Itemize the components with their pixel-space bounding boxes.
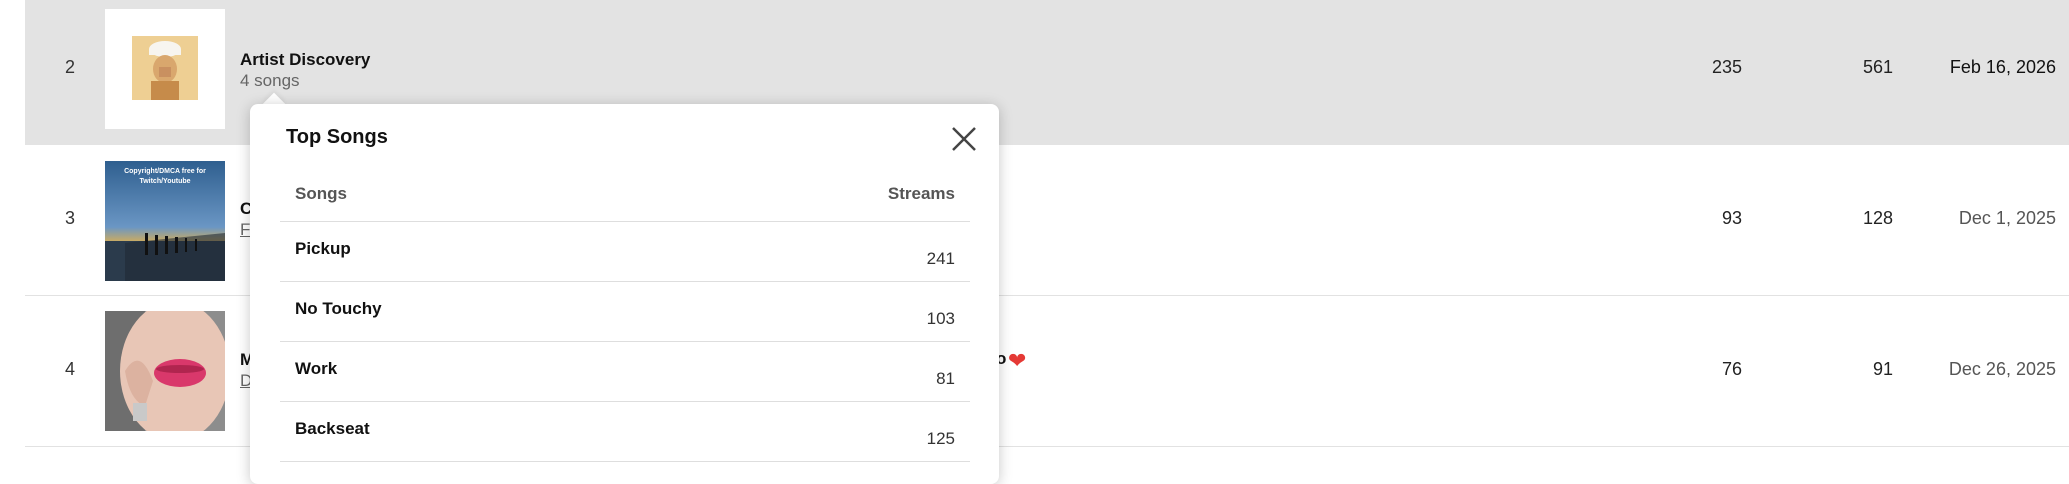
row-stat-a: 235 [1711,57,1742,77]
row-stat-b: 561 [1862,57,1893,77]
song-streams: 81 [936,369,955,388]
pier-sunset-photo-icon: Copyright/DMCA free for Twitch/Youtube [105,161,225,281]
song-streams: 125 [926,429,955,448]
row-title[interactable]: Artist Discovery [240,50,370,70]
row-date: Dec 26, 2025 [1948,359,2056,379]
column-header-streams: Streams [887,184,955,203]
person-in-white-cap-photo-icon [105,9,225,129]
song-row[interactable]: Backseat 125 [280,402,970,462]
row-date: Feb 16, 2026 [1949,57,2056,77]
svg-text:Copyright/DMCA free for: Copyright/DMCA free for [124,168,206,175]
top-songs-header: Songs Streams [280,166,970,222]
row-stat-a: 76 [1721,359,1742,379]
row-rank: 4 [64,359,75,379]
column-header-songs: Songs [295,184,347,203]
song-streams: 103 [926,309,955,328]
top-songs-popover: Top Songs Songs Streams Pickup 241 No To… [250,104,999,484]
top-songs-table: Songs Streams Pickup 241 No Touchy 103 W… [280,166,970,462]
song-row[interactable]: Work 81 [280,342,970,402]
cover-thumbnail[interactable] [105,311,225,431]
song-name[interactable]: Work [295,359,337,379]
row-rank: 3 [64,208,75,228]
row-stat-b: 91 [1872,359,1893,379]
svg-text:Twitch/Youtube: Twitch/Youtube [139,178,190,185]
song-row[interactable]: Pickup 241 [280,222,970,282]
song-row[interactable]: No Touchy 103 [280,282,970,342]
row-stat-b: 128 [1862,208,1893,228]
row-subtitle: 4 songs [240,71,300,90]
popover-title: Top Songs [286,126,388,148]
song-name[interactable]: Pickup [295,239,351,259]
song-streams: 241 [926,249,955,268]
heart-icon: ❤ [1008,348,1027,373]
row-rank: 2 [64,57,75,77]
cover-thumbnail[interactable]: Copyright/DMCA free for Twitch/Youtube [105,161,225,281]
close-icon[interactable] [949,124,979,154]
song-name[interactable]: Backseat [295,419,370,439]
cover-thumbnail[interactable] [105,9,225,129]
row-date: Dec 1, 2025 [1958,208,2056,228]
lips-portrait-photo-icon [105,311,225,431]
song-name[interactable]: No Touchy [295,299,382,319]
row-stat-a: 93 [1721,208,1742,228]
